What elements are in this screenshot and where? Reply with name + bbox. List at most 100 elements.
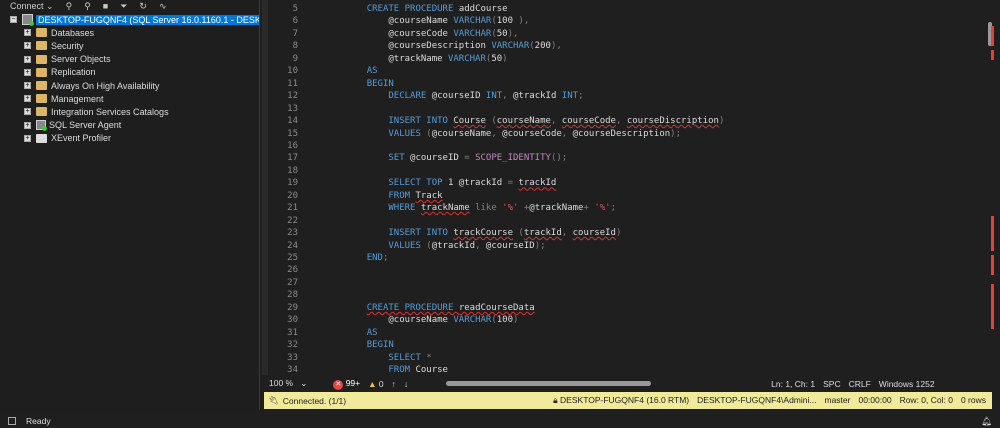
connect-icon[interactable]: ⚲	[66, 0, 73, 12]
expand-icon[interactable]: +	[24, 121, 31, 129]
query-editor[interactable]: 5 CREATE PROCEDURE addCourse 6 @courseNam…	[262, 0, 995, 375]
app-status-bar: Ready 🔔︎	[0, 414, 1000, 428]
filter-icon[interactable]: ⏷	[120, 0, 127, 12]
horizontal-scrollbar[interactable]	[446, 381, 652, 386]
tree-node[interactable]: + XEvent Profiler	[0, 132, 259, 145]
code-token: 200	[534, 41, 551, 52]
code-token: addCourse	[458, 4, 508, 14]
folder-icon	[36, 54, 47, 64]
code-line: 19 SELECT TOP 1 @trackId = trackId	[268, 178, 556, 190]
expand-icon[interactable]: +	[24, 134, 31, 142]
code-line: 18	[268, 166, 345, 178]
refresh-icon[interactable]: ↻	[139, 0, 147, 12]
code-line: 33 SELECT *	[268, 353, 432, 365]
tree-node[interactable]: + Databases	[0, 26, 259, 39]
plug-icon: 🔌︎	[268, 395, 279, 405]
expand-icon[interactable]: +	[24, 82, 31, 90]
line-number: 23	[287, 228, 298, 239]
line-ending[interactable]: CRLF	[849, 379, 871, 389]
code-token: );	[534, 240, 546, 251]
agent-icon	[36, 120, 47, 132]
code-token: FROM	[388, 190, 416, 201]
line-number: 18	[287, 165, 298, 176]
tree-node[interactable]: + Always On High Availability	[0, 79, 259, 92]
expand-icon[interactable]: +	[24, 42, 31, 50]
error-marker	[991, 26, 994, 46]
line-number: 14	[287, 116, 298, 127]
expand-icon[interactable]: +	[24, 108, 31, 116]
error-marker	[991, 255, 994, 275]
code-token: @courseCode	[388, 28, 454, 39]
line-number: 29	[287, 302, 298, 313]
code-token: @courseID	[410, 153, 465, 164]
object-tree: − DESKTOP-FUGQNF4 (SQL Server 16.0.1160.…	[0, 13, 259, 145]
indentation[interactable]: SPC	[823, 379, 840, 389]
code-line: 5 CREATE PROCEDURE addCourse	[268, 4, 508, 16]
vertical-scrollbar[interactable]	[985, 0, 995, 375]
expand-icon[interactable]: +	[24, 68, 31, 76]
object-explorer: Connect ⌄ ⚲ ⚲ ■ ⏷ ↻ ∿ − DESKTOP-FUGQNF4 …	[0, 0, 260, 410]
tree-node[interactable]: + Security	[0, 39, 259, 52]
tree-node[interactable]: + Server Objects	[0, 53, 259, 66]
stop-icon[interactable]: ■	[103, 0, 108, 12]
collapse-icon[interactable]: −	[10, 16, 17, 24]
tree-node-server[interactable]: − DESKTOP-FUGQNF4 (SQL Server 16.0.1160.…	[0, 13, 259, 27]
folder-icon	[36, 107, 47, 117]
code-token: SET	[388, 153, 411, 164]
code-token: VARCHAR	[491, 41, 530, 52]
code-line: 8 @courseDescription VARCHAR(200),	[268, 41, 562, 53]
code-token: INSERT INTO	[388, 116, 454, 127]
code-token: =	[507, 178, 519, 189]
code-line: 22	[268, 216, 345, 228]
expand-icon[interactable]: +	[24, 55, 31, 63]
code-line: 15 VALUES (@courseName, @courseCode, @co…	[268, 129, 681, 141]
code-token: (	[513, 228, 524, 239]
code-token: Course	[453, 116, 486, 127]
tree-node[interactable]: + Replication	[0, 66, 259, 79]
notification-icon[interactable]: 🔔︎	[981, 416, 992, 427]
code-line: 13	[268, 104, 345, 116]
code-line: 17 SET @courseID = SCOPE_IDENTITY ();	[268, 153, 567, 165]
code-token: BEGIN	[366, 340, 394, 351]
code-token: readCourseData	[458, 302, 535, 313]
zoom-select[interactable]: 100 % ⌄	[269, 378, 307, 389]
encoding[interactable]: Windows 1252	[879, 379, 935, 389]
activity-monitor-icon[interactable]: ∿	[159, 0, 167, 12]
line-number: 9	[292, 53, 298, 64]
disconnect-icon[interactable]: ⚲	[84, 0, 91, 12]
expand-icon[interactable]: +	[24, 95, 31, 103]
code-line: 32 BEGIN	[268, 340, 394, 352]
errors-indicator[interactable]: ✕ 99+	[333, 378, 360, 390]
code-line: 9 @trackName VARCHAR(50)	[268, 54, 508, 66]
code-token: END	[366, 253, 383, 263]
code-token: VARCHAR	[447, 53, 486, 64]
code-token: ;	[382, 253, 389, 263]
code-token: @trackName	[388, 53, 448, 64]
code-token: INSERT INTO	[388, 228, 454, 239]
line-number: 6	[292, 16, 298, 27]
code-token: trackId	[523, 228, 562, 239]
connect-button[interactable]: Connect ⌄	[10, 0, 54, 12]
line-number: 8	[292, 41, 298, 52]
warnings-indicator[interactable]: ▲ 0	[368, 379, 384, 389]
next-issue-button[interactable]: ↓	[404, 379, 408, 389]
tree-node[interactable]: + Integration Services Catalogs	[0, 105, 259, 118]
line-number: 5	[292, 4, 298, 14]
tree-node[interactable]: + SQL Server Agent	[0, 119, 259, 132]
code-token: @courseName	[388, 315, 454, 326]
folder-icon	[36, 81, 47, 91]
tree-node[interactable]: + Management	[0, 92, 259, 105]
line-number: 10	[287, 66, 298, 77]
code-token: @courseDescription	[572, 128, 671, 139]
expand-icon[interactable]: +	[24, 29, 31, 37]
code-line: 27	[268, 278, 345, 290]
previous-issue-button[interactable]: ↑	[392, 379, 396, 389]
code-token: ,	[561, 128, 573, 139]
